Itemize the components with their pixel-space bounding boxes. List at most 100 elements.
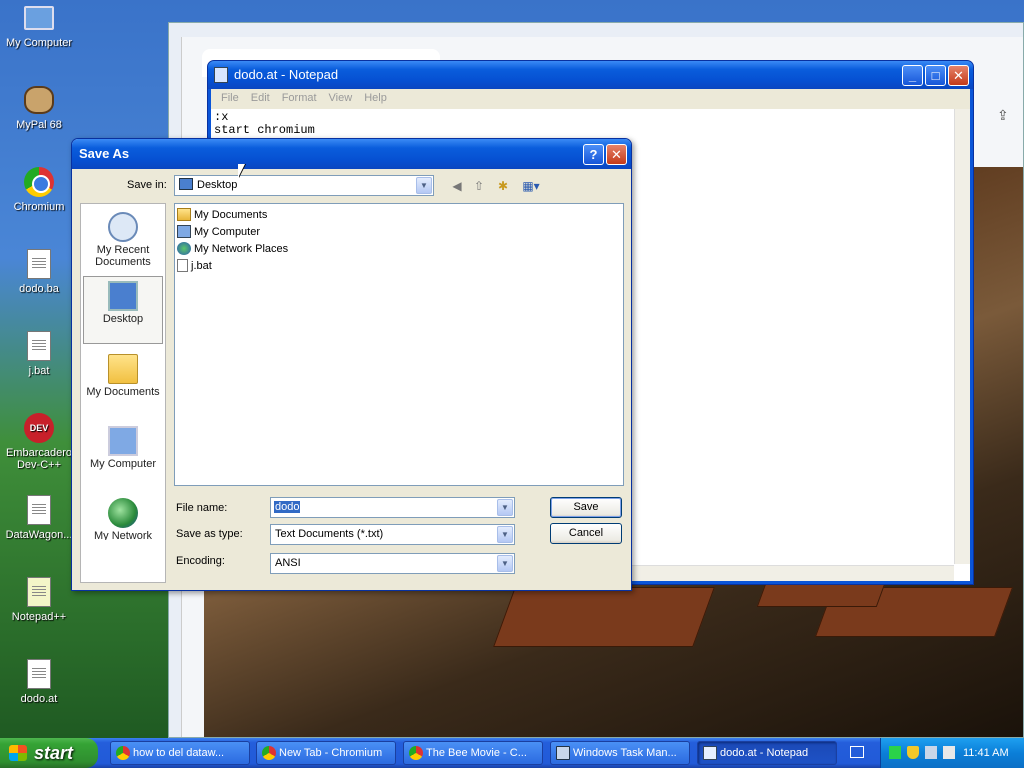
start-button[interactable]: start — [0, 738, 98, 768]
my-computer-icon — [23, 2, 55, 34]
save-as-dialog[interactable]: Save As ? ✕ Save in: Desktop ▼ ◀ ⇧ ✱ ▦▾ … — [71, 138, 632, 591]
batch-file-icon — [23, 248, 55, 280]
keyboard-icon[interactable] — [850, 746, 864, 758]
desktop-icon-label: My Computer — [5, 37, 73, 49]
tools-icon[interactable] — [925, 746, 937, 759]
desktop-icon-dodo-at[interactable]: dodo.at — [0, 658, 78, 705]
menu-edit[interactable]: Edit — [245, 89, 276, 109]
chromium-icon — [116, 746, 130, 760]
save-in-dropdown[interactable]: Desktop ▼ — [174, 175, 434, 196]
batch-file-icon — [23, 330, 55, 362]
chevron-down-icon[interactable]: ▼ — [497, 555, 513, 572]
list-item[interactable]: My Computer — [177, 223, 260, 240]
taskbar-item-notepad[interactable]: dodo.at - Notepad — [697, 741, 837, 765]
menu-format[interactable]: Format — [276, 89, 323, 109]
desktop-icon-dodo-ba[interactable]: dodo.ba — [0, 248, 78, 295]
save-as-titlebar[interactable]: Save As ? ✕ — [72, 139, 631, 169]
batch-file-icon — [23, 494, 55, 526]
desktop-icon-notepadpp[interactable]: Notepad++ — [0, 576, 78, 623]
chevron-down-icon[interactable]: ▼ — [416, 177, 432, 194]
windows-logo-icon — [9, 745, 27, 761]
network-icon — [177, 242, 191, 255]
notepad-titlebar[interactable]: dodo.at - Notepad _ □ ✕ — [208, 61, 973, 89]
dialog-title: Save As — [79, 146, 130, 161]
save-as-type-label: Save as type: — [176, 528, 243, 540]
place-desktop[interactable]: Desktop — [83, 276, 163, 344]
notepad-title: dodo.at - Notepad — [234, 67, 339, 82]
chromium-icon — [262, 746, 276, 760]
chevron-down-icon[interactable]: ▼ — [497, 526, 513, 543]
back-icon[interactable]: ◀ — [448, 177, 466, 195]
cancel-button[interactable]: Cancel — [550, 523, 622, 544]
desktop-icon-label: MyPal 68 — [16, 119, 62, 131]
save-as-type-value: Text Documents (*.txt) — [275, 528, 384, 540]
chevron-down-icon[interactable]: ▼ — [497, 499, 513, 516]
task-manager-icon — [556, 746, 570, 760]
network-icon — [108, 498, 138, 528]
places-bar: My Recent Documents Desktop My Documents… — [80, 203, 166, 583]
place-my-computer[interactable]: My Computer — [83, 422, 163, 488]
close-button[interactable]: ✕ — [606, 144, 627, 165]
up-folder-icon[interactable]: ⇧ — [470, 177, 488, 195]
devcpp-icon: DEV — [23, 412, 55, 444]
taskbar-item-task-manager[interactable]: Windows Task Man... — [550, 741, 690, 765]
encoding-dropdown[interactable]: ANSI ▼ — [270, 553, 515, 574]
minimize-button[interactable]: _ — [902, 65, 923, 86]
speaker-icon[interactable] — [943, 746, 955, 759]
desktop-icon-label: DataWagon... — [5, 529, 73, 541]
taskbar-item-new-tab[interactable]: New Tab - Chromium — [256, 741, 396, 765]
help-button[interactable]: ? — [583, 144, 604, 165]
list-item[interactable]: j.bat — [177, 257, 212, 274]
desktop-icon-label: Embarcadero Dev-C++ — [5, 447, 73, 471]
desktop-icon-devcpp[interactable]: DEV Embarcadero Dev-C++ — [0, 412, 78, 471]
save-button[interactable]: Save — [550, 497, 622, 518]
place-label: My Documents — [86, 386, 160, 398]
start-label: start — [34, 743, 74, 763]
list-item[interactable]: My Documents — [177, 206, 267, 223]
system-tray: 11:41 AM — [880, 738, 1024, 768]
desktop-icon-datawagon[interactable]: DataWagon... — [0, 494, 78, 541]
menu-help[interactable]: Help — [358, 89, 393, 109]
recent-documents-icon — [108, 212, 138, 242]
vertical-scrollbar[interactable] — [954, 109, 970, 564]
desktop-icon-my-computer[interactable]: My Computer — [0, 2, 78, 49]
place-recent-documents[interactable]: My Recent Documents — [83, 208, 163, 274]
file-list[interactable]: My Documents My Computer My Network Plac… — [174, 203, 624, 486]
desktop-icon-label: dodo.ba — [19, 283, 59, 295]
close-button[interactable]: ✕ — [948, 65, 969, 86]
place-label: Desktop — [102, 313, 144, 325]
batch-file-icon — [177, 259, 188, 272]
clock[interactable]: 11:41 AM — [963, 738, 1009, 768]
share-icon[interactable]: ⇪ — [997, 107, 1013, 123]
desktop-icon-mypal[interactable]: MyPal 68 — [0, 84, 78, 131]
taskbar: start how to del dataw... New Tab - Chro… — [0, 738, 1024, 768]
shield-icon[interactable] — [907, 746, 919, 759]
editor-line: :x — [214, 110, 229, 124]
list-item[interactable]: My Network Places — [177, 240, 288, 257]
file-name-value: dodo — [274, 501, 301, 513]
folder-icon — [177, 208, 191, 221]
desktop-icon — [108, 281, 138, 311]
computer-icon — [108, 426, 138, 456]
mypal-icon — [23, 84, 55, 116]
menu-file[interactable]: File — [215, 89, 245, 109]
desktop-icon-label: dodo.at — [20, 693, 58, 705]
place-label: My Recent Documents — [95, 244, 151, 268]
desktop-icon-j-bat[interactable]: j.bat — [0, 330, 78, 377]
taskbar-item-how-to-del[interactable]: how to del dataw... — [110, 741, 250, 765]
mouse-cursor — [238, 164, 245, 178]
network-status-icon[interactable] — [889, 746, 901, 759]
notepad-icon — [214, 67, 228, 83]
editor-line: start chromium — [214, 123, 315, 137]
save-as-type-dropdown[interactable]: Text Documents (*.txt) ▼ — [270, 524, 515, 545]
menu-view[interactable]: View — [323, 89, 359, 109]
desktop-icon-chromium[interactable]: Chromium — [0, 166, 78, 213]
maximize-button[interactable]: □ — [925, 65, 946, 86]
place-my-network[interactable]: My Network — [83, 494, 163, 540]
file-name-input[interactable]: dodo ▼ — [270, 497, 515, 518]
new-folder-icon[interactable]: ✱ — [494, 177, 512, 195]
place-my-documents[interactable]: My Documents — [83, 350, 163, 416]
save-in-label: Save in: — [127, 179, 167, 191]
views-menu-icon[interactable]: ▦▾ — [518, 177, 544, 195]
taskbar-item-bee-movie[interactable]: The Bee Movie - C... — [403, 741, 543, 765]
